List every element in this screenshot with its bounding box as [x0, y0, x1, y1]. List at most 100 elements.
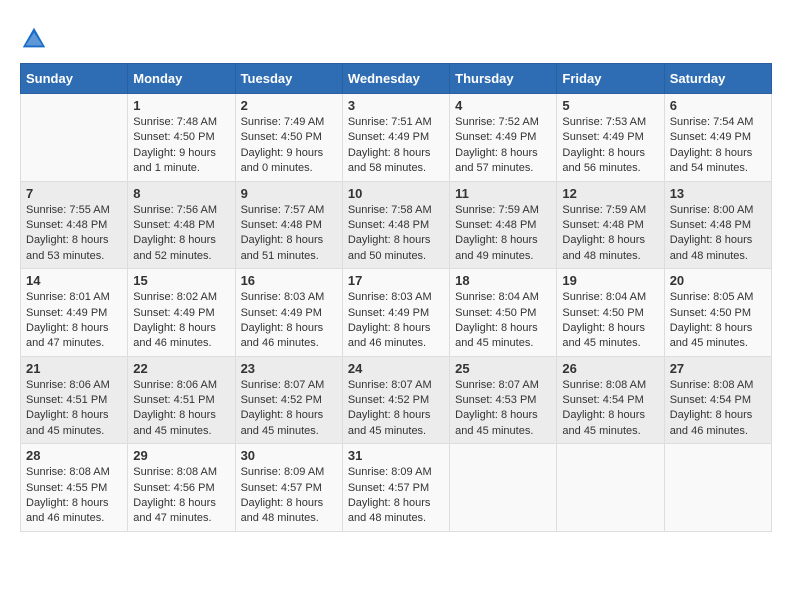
- weekday-header: Saturday: [664, 64, 771, 94]
- day-info: Sunrise: 8:04 AMSunset: 4:50 PMDaylight:…: [562, 290, 658, 352]
- day-info: Sunrise: 8:09 AMSunset: 4:57 PMDaylight:…: [241, 465, 337, 527]
- day-number: 8: [133, 186, 229, 201]
- daylight-text: Daylight: 8 hours and 45 minutes.: [562, 409, 645, 436]
- sunset-text: Sunset: 4:50 PM: [133, 131, 214, 143]
- day-info: Sunrise: 7:52 AMSunset: 4:49 PMDaylight:…: [455, 115, 551, 177]
- sunset-text: Sunset: 4:57 PM: [348, 482, 429, 494]
- daylight-text: Daylight: 8 hours and 52 minutes.: [133, 234, 216, 261]
- day-number: 24: [348, 361, 444, 376]
- day-info: Sunrise: 8:09 AM Sunset: 4:57 PM Daylight:…: [348, 465, 444, 527]
- sunrise-text: Sunrise: 8:02 AM: [133, 291, 217, 303]
- daylight-text: Daylight: 8 hours and 46 minutes.: [348, 322, 431, 349]
- day-number: 12: [562, 186, 658, 201]
- day-info: Sunrise: 7:49 AMSunset: 4:50 PMDaylight:…: [241, 115, 337, 177]
- daylight-text: Daylight: 8 hours and 48 minutes.: [348, 497, 431, 524]
- sunrise-text: Sunrise: 8:07 AM: [348, 379, 432, 391]
- calendar-table: SundayMondayTuesdayWednesdayThursdayFrid…: [20, 63, 772, 532]
- daylight-text: Daylight: 8 hours and 46 minutes.: [241, 322, 324, 349]
- calendar-cell: 12 Sunrise: 7:59 AMSunset: 4:48 PMDayligh…: [557, 181, 664, 269]
- calendar-cell: 11Sunrise: 7:59 AMSunset: 4:48 PMDayligh…: [450, 181, 557, 269]
- sunset-text: Sunset: 4:49 PM: [133, 307, 214, 319]
- day-number: 15: [133, 273, 229, 288]
- calendar-cell: 2 Sunrise: 7:49 AMSunset: 4:50 PMDaylight…: [235, 94, 342, 182]
- daylight-text: Daylight: 8 hours and 51 minutes.: [241, 234, 324, 261]
- sunset-text: Sunset: 4:49 PM: [348, 131, 429, 143]
- sunset-text: Sunset: 4:52 PM: [241, 394, 322, 406]
- calendar-cell: 3Sunrise: 7:51 AMSunset: 4:49 PMDaylight…: [342, 94, 449, 182]
- sunset-text: Sunset: 4:48 PM: [26, 219, 107, 231]
- day-info: Sunrise: 7:58 AMSunset: 4:48 PMDaylight:…: [348, 203, 444, 265]
- sunset-text: Sunset: 4:49 PM: [455, 131, 536, 143]
- day-number: 14: [26, 273, 122, 288]
- daylight-text: Daylight: 8 hours and 48 minutes.: [562, 234, 645, 261]
- sunset-text: Sunset: 4:56 PM: [133, 482, 214, 494]
- calendar-cell: [450, 444, 557, 532]
- daylight-text: Daylight: 8 hours and 47 minutes.: [133, 497, 216, 524]
- sunrise-text: Sunrise: 8:03 AM: [348, 291, 432, 303]
- calendar-cell: 28Sunrise: 8:08 AMSunset: 4:55 PMDayligh…: [21, 444, 128, 532]
- sunrise-text: Sunrise: 8:06 AM: [133, 379, 217, 391]
- weekday-header: Tuesday: [235, 64, 342, 94]
- calendar-cell: 19Sunrise: 8:04 AMSunset: 4:50 PMDayligh…: [557, 269, 664, 357]
- weekday-header: Friday: [557, 64, 664, 94]
- sunrise-text: Sunrise: 8:08 AM: [562, 379, 646, 391]
- day-info: Sunrise: 7:56 AMSunset: 4:48 PMDaylight:…: [133, 203, 229, 265]
- daylight-text: Daylight: 9 hours and 1 minute.: [133, 147, 216, 174]
- sunrise-text: Sunrise: 8:08 AM: [133, 466, 217, 478]
- calendar-cell: 21Sunrise: 8:06 AMSunset: 4:51 PMDayligh…: [21, 356, 128, 444]
- day-number: 2: [241, 98, 337, 113]
- calendar-cell: 7Sunrise: 7:55 AMSunset: 4:48 PMDaylight…: [21, 181, 128, 269]
- daylight-text: Daylight: 8 hours and 45 minutes.: [562, 322, 645, 349]
- day-number: 10: [348, 186, 444, 201]
- calendar-cell: 22Sunrise: 8:06 AMSunset: 4:51 PMDayligh…: [128, 356, 235, 444]
- calendar-cell: 15 Sunrise: 8:02 AM Sunset: 4:49 PM Dayligh…: [128, 269, 235, 357]
- day-info: Sunrise: 8:07 AMSunset: 4:53 PMDaylight:…: [455, 378, 551, 440]
- day-number: 16: [241, 273, 337, 288]
- calendar-cell: 31Sunrise: 8:09 AMSunset: 4:57 PMDayligh…: [342, 444, 449, 532]
- calendar-cell: 5Sunrise: 7:53 AMSunset: 4:49 PMDaylight…: [557, 94, 664, 182]
- sunset-text: Sunset: 4:50 PM: [455, 307, 536, 319]
- sunset-text: Sunset: 4:54 PM: [670, 394, 751, 406]
- sunset-text: Sunset: 4:48 PM: [455, 219, 536, 231]
- sunset-text: Sunset: 4:54 PM: [562, 394, 643, 406]
- sunrise-text: Sunrise: 8:03 AM: [241, 291, 325, 303]
- day-info: Sunrise: 8:07 AMSunset: 4:52 PMDaylight:…: [241, 378, 337, 440]
- day-info: Sunrise: 8:02 AM Sunset: 4:49 PM Daylight:…: [133, 290, 229, 352]
- day-number: 13: [670, 186, 766, 201]
- day-info: Sunrise: 7:51 AMSunset: 4:49 PMDaylight:…: [348, 115, 444, 177]
- calendar-cell: 4 Sunrise: 7:52 AMSunset: 4:49 PMDaylight…: [450, 94, 557, 182]
- day-info: Sunrise: 8:08 AMSunset: 4:54 PMDaylight:…: [670, 378, 766, 440]
- sunset-text: Sunset: 4:48 PM: [348, 219, 429, 231]
- daylight-text: Daylight: 8 hours and 46 minutes.: [26, 497, 109, 524]
- daylight-text: Daylight: 8 hours and 45 minutes.: [133, 409, 216, 436]
- daylight-text: Daylight: 8 hours and 46 minutes.: [133, 322, 216, 349]
- sunset-text: Sunset: 4:51 PM: [133, 394, 214, 406]
- daylight-text: Daylight: 8 hours and 47 minutes.: [26, 322, 109, 349]
- calendar-cell: 13Sunrise: 8:00 AMSunset: 4:48 PMDayligh…: [664, 181, 771, 269]
- day-number: 23: [241, 361, 337, 376]
- daylight-text: Daylight: 8 hours and 58 minutes.: [348, 147, 431, 174]
- day-info: Sunrise: 8:03 AMSunset: 4:49 PMDaylight:…: [348, 290, 444, 352]
- sunrise-text: Sunrise: 8:09 AM: [348, 466, 432, 478]
- sunset-text: Sunset: 4:49 PM: [670, 131, 751, 143]
- day-info: Sunrise: 8:04 AMSunset: 4:50 PMDaylight:…: [455, 290, 551, 352]
- sunset-text: Sunset: 4:55 PM: [26, 482, 107, 494]
- sunset-text: Sunset: 4:48 PM: [562, 219, 643, 231]
- calendar-cell: 10 Sunrise: 7:58 AMSunset: 4:48 PMDayligh…: [342, 181, 449, 269]
- day-info: Sunrise: 8:08 AM Sunset: 4:54 PM Daylight:…: [562, 378, 658, 440]
- daylight-text: Daylight: 8 hours and 50 minutes.: [348, 234, 431, 261]
- calendar-cell: [664, 444, 771, 532]
- day-number: 4: [455, 98, 551, 113]
- daylight-text: Daylight: 8 hours and 45 minutes.: [241, 409, 324, 436]
- day-info: Sunrise: 8:03 AM Sunset: 4:49 PM Daylight:…: [241, 290, 337, 352]
- day-number: 6: [670, 98, 766, 113]
- calendar-cell: 20Sunrise: 8:05 AMSunset: 4:50 PMDayligh…: [664, 269, 771, 357]
- day-info: Sunrise: 7:53 AMSunset: 4:49 PMDaylight:…: [562, 115, 658, 177]
- sunset-text: Sunset: 4:49 PM: [241, 307, 322, 319]
- calendar-cell: 1Sunrise: 7:48 AMSunset: 4:50 PMDaylight…: [128, 94, 235, 182]
- day-info: Sunrise: 7:59 AMSunset: 4:48 PMDaylight:…: [562, 203, 658, 265]
- calendar-cell: 8 Sunrise: 7:56 AMSunset: 4:48 PMDaylight…: [128, 181, 235, 269]
- sunset-text: Sunset: 4:50 PM: [670, 307, 751, 319]
- daylight-text: Daylight: 8 hours and 45 minutes.: [26, 409, 109, 436]
- day-number: 26: [562, 361, 658, 376]
